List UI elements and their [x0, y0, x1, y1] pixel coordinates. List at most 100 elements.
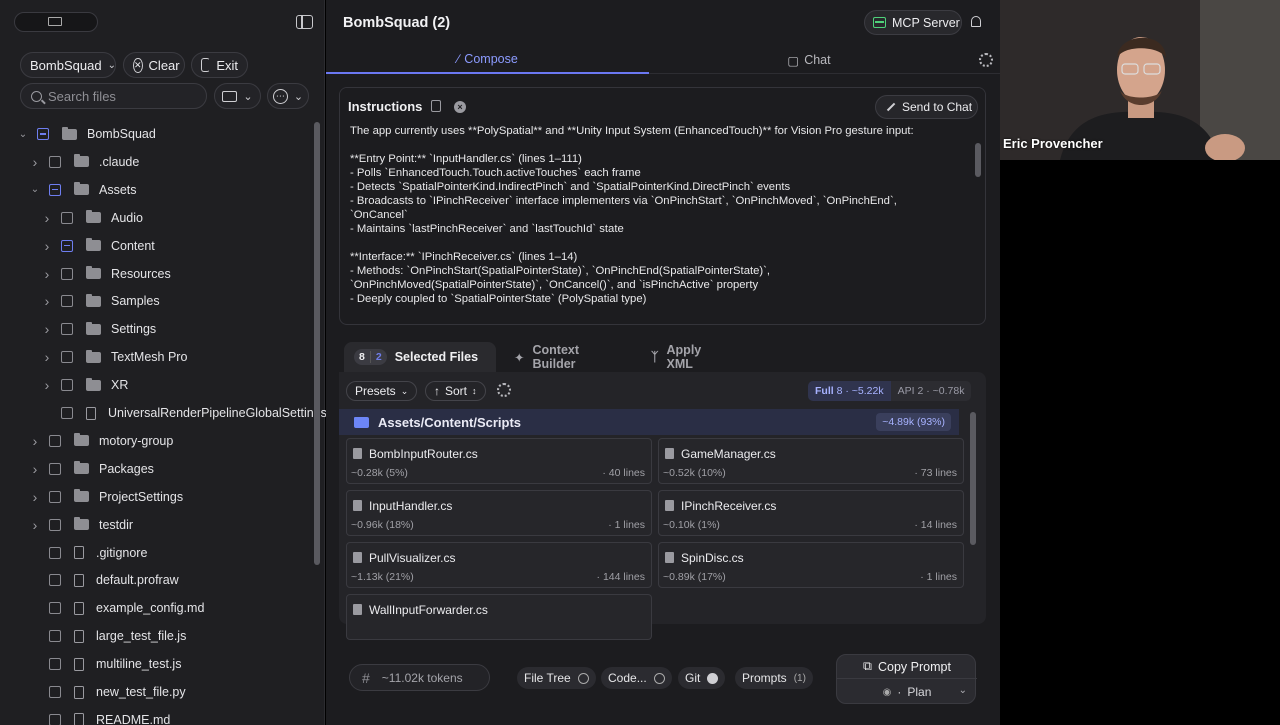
tree-checkbox[interactable] — [61, 239, 73, 252]
folder-menu-button[interactable]: ⌄ — [214, 83, 261, 109]
clear-button[interactable]: ✕ Clear — [123, 52, 185, 78]
file-card[interactable]: InputHandler.cs ~0.96k (18%) · 1 lines — [346, 490, 652, 536]
chevron-right-icon[interactable]: › — [29, 489, 41, 505]
tree-item[interactable]: ⌄ BombSquad — [17, 120, 156, 148]
file-card[interactable]: GameManager.cs ~0.52k (10%) · 73 lines — [658, 438, 964, 484]
settings-gear-icon[interactable] — [979, 53, 993, 67]
tree-checkbox[interactable] — [49, 602, 61, 615]
tree-item[interactable]: example_config.md — [29, 594, 204, 622]
chevron-right-icon[interactable]: › — [41, 238, 53, 254]
sidebar-toggle-icon[interactable] — [296, 15, 313, 29]
tree-item[interactable]: large_test_file.js — [29, 622, 186, 650]
tree-checkbox[interactable] — [61, 323, 73, 336]
tab-apply-xml[interactable]: ᛉ Apply XML — [651, 342, 701, 372]
tree-item[interactable]: new_test_file.py — [29, 678, 186, 706]
chevron-right-icon[interactable]: › — [41, 293, 53, 309]
chevron-right-icon[interactable]: › — [41, 377, 53, 393]
chevron-right-icon[interactable]: › — [29, 154, 41, 170]
prompts-chip[interactable]: Prompts (1) — [735, 667, 813, 689]
tree-item[interactable]: multiline_test.js — [29, 650, 181, 678]
tree-checkbox[interactable] — [49, 658, 61, 671]
tree-item[interactable]: › XR — [41, 371, 129, 399]
tree-item[interactable]: › Samples — [41, 287, 160, 315]
file-card[interactable]: PullVisualizer.cs ~1.13k (21%) · 144 lines — [346, 542, 652, 588]
tree-checkbox[interactable] — [49, 490, 61, 503]
tree-checkbox[interactable] — [61, 267, 73, 280]
file-panel-scrollbar[interactable] — [970, 412, 976, 545]
tree-item[interactable]: › TextMesh Pro — [41, 343, 188, 371]
tree-checkbox[interactable] — [37, 128, 49, 140]
bell-icon[interactable] — [971, 16, 981, 27]
chevron-right-icon[interactable]: › — [29, 517, 41, 533]
tree-item[interactable]: › .claude — [29, 148, 140, 176]
tree-checkbox[interactable] — [49, 630, 61, 643]
presets-button[interactable]: Presets ⌄ — [346, 381, 418, 401]
tree-checkbox[interactable] — [49, 434, 61, 447]
tree-item[interactable]: README.md — [29, 706, 170, 725]
chevron-right-icon[interactable]: › — [41, 321, 53, 337]
chevron-right-icon[interactable]: › — [41, 266, 53, 282]
tree-item[interactable]: › motory-group — [29, 427, 174, 455]
tree-item[interactable]: › ProjectSettings — [29, 483, 183, 511]
tree-checkbox[interactable] — [49, 546, 61, 559]
tree-checkbox[interactable] — [61, 211, 73, 224]
tree-checkbox[interactable] — [61, 351, 73, 364]
file-card[interactable]: SpinDisc.cs ~0.89k (17%) · 1 lines — [658, 542, 964, 588]
tab-selected-files[interactable]: 82 Selected Files — [344, 342, 496, 372]
clear-instructions-icon[interactable]: × — [454, 101, 466, 113]
tree-checkbox[interactable] — [49, 155, 61, 168]
tab-compose[interactable]: ∕ Compose — [326, 46, 649, 74]
file-card[interactable]: WallInputForwarder.cs — [346, 594, 652, 640]
tree-checkbox[interactable] — [49, 518, 61, 531]
tree-checkbox[interactable] — [61, 379, 73, 392]
copy-icon[interactable] — [431, 100, 441, 112]
tree-item[interactable]: › Resources — [41, 260, 171, 288]
tree-checkbox[interactable] — [49, 574, 61, 587]
search-input[interactable] — [48, 88, 198, 104]
tree-item[interactable]: › Packages — [29, 455, 154, 483]
api-stat[interactable]: API 2 · ~0.78k — [890, 381, 972, 401]
workspace-selector[interactable]: BombSquad ⌄ — [20, 52, 116, 78]
chevron-down-icon[interactable]: ⌄ — [17, 129, 29, 140]
tree-checkbox[interactable] — [49, 686, 61, 698]
git-chip[interactable]: Git — [678, 667, 726, 689]
tree-checkbox[interactable] — [61, 295, 73, 308]
tree-checkbox[interactable] — [61, 407, 73, 419]
instructions-textarea[interactable]: **Current Architecture:**The app current… — [350, 110, 972, 320]
instructions-scrollbar[interactable] — [975, 143, 981, 177]
file-card[interactable]: IPinchReceiver.cs ~0.10k (1%) · 14 lines — [658, 490, 964, 536]
copy-prompt-button[interactable]: ⧉ Copy Prompt — [837, 655, 977, 679]
tree-item[interactable]: .gitignore — [29, 539, 147, 567]
tab-context-builder[interactable]: ✦ Context Builder — [514, 342, 579, 372]
search-box[interactable] — [20, 83, 207, 109]
mcp-server-button[interactable]: MCP Server — [864, 10, 962, 35]
chevron-down-icon[interactable]: ⌄ — [29, 184, 41, 195]
tab-chat[interactable]: ▢ Chat — [649, 46, 969, 74]
exit-button[interactable]: Exit — [191, 52, 248, 78]
more-options-button[interactable]: ⋯ ⌄ — [267, 83, 309, 109]
tree-item[interactable]: › testdir — [29, 511, 133, 539]
file-settings-gear-icon[interactable] — [497, 383, 511, 397]
tree-item[interactable]: UniversalRenderPipelineGlobalSettings — [41, 399, 327, 427]
tree-item[interactable]: › Settings — [41, 315, 157, 343]
chevron-right-icon[interactable]: › — [29, 433, 41, 449]
tree-checkbox[interactable] — [49, 462, 61, 475]
tree-checkbox[interactable] — [49, 183, 61, 196]
sort-button[interactable]: ↑ Sort ↕ — [425, 381, 486, 401]
sidebar-scrollbar[interactable] — [314, 122, 320, 565]
directory-row[interactable]: Assets/Content/Scripts ~4.89k (93%) — [339, 409, 959, 435]
chevron-right-icon[interactable]: › — [29, 461, 41, 477]
plan-selector[interactable]: ◉ · Plan ⌄ — [837, 680, 977, 704]
file-card[interactable]: BombInputRouter.cs ~0.28k (5%) · 40 lines — [346, 438, 652, 484]
tree-checkbox[interactable] — [49, 713, 61, 725]
code-chip[interactable]: Code... — [601, 667, 672, 689]
tree-item[interactable]: ⌄ Assets — [29, 176, 137, 204]
tree-item[interactable]: › Content — [41, 232, 155, 260]
full-stat[interactable]: Full 8 · ~5.22k — [808, 381, 891, 401]
tree-item[interactable]: › Audio — [41, 204, 143, 232]
send-to-chat-button[interactable]: Send to Chat — [875, 95, 978, 119]
file-tree-chip[interactable]: File Tree — [517, 667, 596, 689]
tree-item[interactable]: default.profraw — [29, 566, 179, 594]
chevron-right-icon[interactable]: › — [41, 349, 53, 365]
laptop-toggle[interactable] — [14, 12, 98, 32]
